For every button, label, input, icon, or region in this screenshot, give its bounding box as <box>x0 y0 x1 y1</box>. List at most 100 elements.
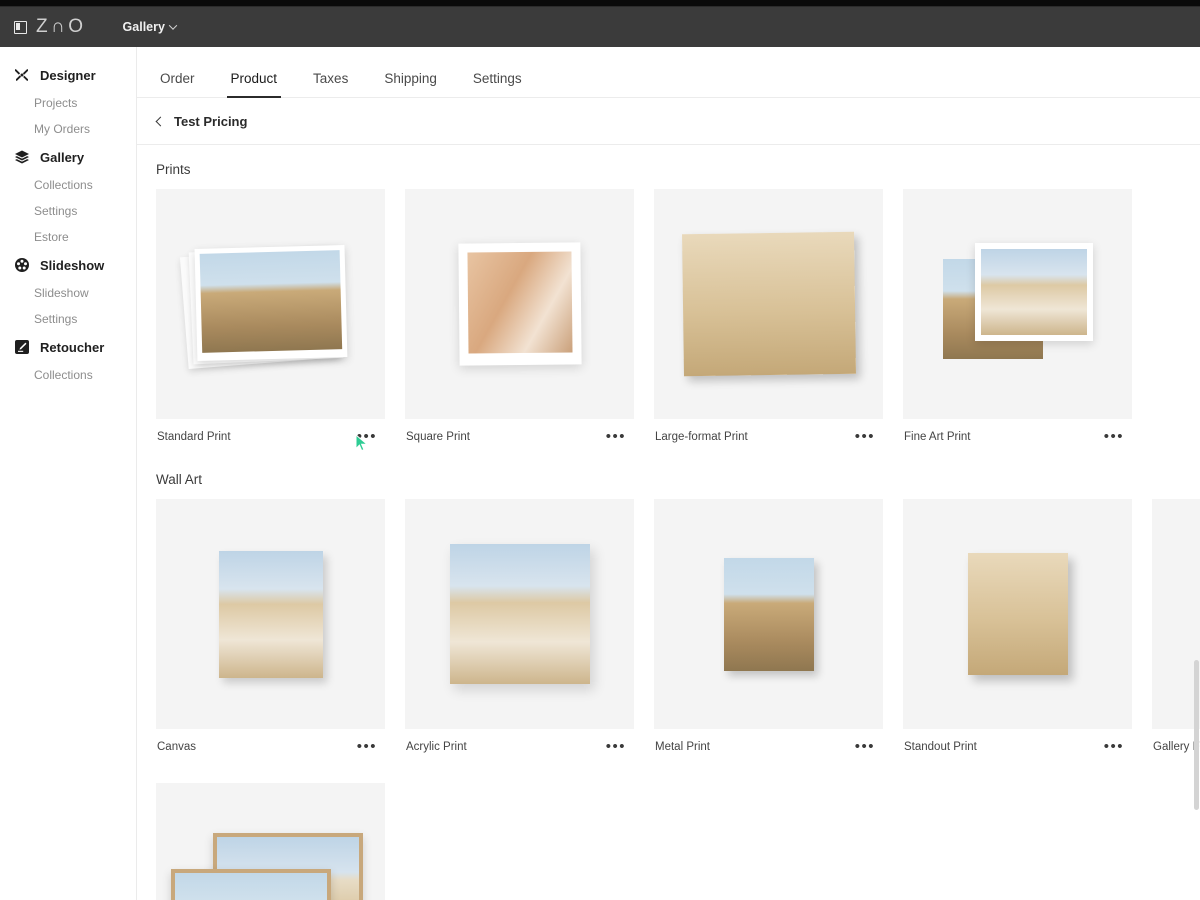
sidebar-item-label: Collections <box>34 178 93 192</box>
ellipsis-icon[interactable]: ••• <box>1102 429 1126 444</box>
sidebar-item-slideshow-settings[interactable]: Settings <box>0 306 136 332</box>
product-card[interactable]: Fine Art Print ••• <box>903 189 1132 455</box>
sidebar-item-label: Settings <box>34 204 78 218</box>
section-title-prints: Prints <box>156 162 191 177</box>
sidebar-group-label: Retoucher <box>40 339 105 355</box>
product-name: Square Print <box>406 431 470 443</box>
tab-taxes[interactable]: Taxes <box>309 71 352 97</box>
fine-art-print-mockup <box>942 243 1093 365</box>
tab-order[interactable]: Order <box>156 71 199 97</box>
sidebar-item-my-orders[interactable]: My Orders <box>0 116 136 142</box>
sidebar-group-slideshow[interactable]: Slideshow <box>0 250 136 280</box>
product-card[interactable]: Gallery F ••• <box>1152 499 1200 765</box>
zno-square-logo-icon <box>14 20 27 34</box>
product-grid-wall-art: Canvas ••• Acrylic Print ••• Metal Print… <box>156 499 1200 765</box>
product-card[interactable]: Standout Print ••• <box>903 499 1132 765</box>
square-pencil-icon <box>15 340 29 354</box>
sidebar: Designer Projects My Orders Gallery Coll… <box>0 47 137 900</box>
product-thumbnail[interactable] <box>1152 499 1200 729</box>
product-name: Large-format Print <box>655 431 748 443</box>
back-nav-label[interactable]: Test Pricing <box>174 114 247 129</box>
sidebar-item-collections[interactable]: Collections <box>0 172 136 198</box>
sidebar-group-retoucher[interactable]: Retoucher <box>0 332 136 362</box>
square-print-mockup <box>457 242 582 366</box>
product-card[interactable]: Acrylic Print ••• <box>405 499 634 765</box>
standout-print-mockup <box>967 553 1068 675</box>
sidebar-item-slideshow[interactable]: Slideshow <box>0 280 136 306</box>
product-thumbnail[interactable] <box>156 499 385 729</box>
product-thumbnail[interactable] <box>405 189 634 419</box>
acrylic-print-mockup <box>449 544 590 684</box>
product-thumbnail[interactable] <box>903 189 1132 419</box>
tab-bar: Order Product Taxes Shipping Settings <box>137 47 1200 98</box>
product-card[interactable] <box>156 783 385 900</box>
vertical-scrollbar[interactable] <box>1194 660 1199 810</box>
product-card[interactable]: Standard Print ••• <box>156 189 385 455</box>
product-card-footer: Square Print ••• <box>405 419 634 455</box>
sidebar-group-label: Gallery <box>40 149 85 165</box>
product-name: Gallery F <box>1153 741 1200 753</box>
film-reel-icon <box>15 258 29 272</box>
sidebar-group-label: Designer <box>40 67 96 83</box>
product-thumbnail[interactable] <box>903 499 1132 729</box>
product-card-footer: Gallery F ••• <box>1152 729 1200 765</box>
product-thumbnail[interactable] <box>156 783 385 900</box>
product-card-footer: Standout Print ••• <box>903 729 1132 765</box>
sidebar-item-retoucher-collections[interactable]: Collections <box>0 362 136 388</box>
product-name: Acrylic Print <box>406 741 467 753</box>
section-title-wall-art: Wall Art <box>156 472 203 487</box>
metal-print-mockup <box>723 557 814 671</box>
app-header: Z∩O Gallery <box>0 6 1200 47</box>
product-card[interactable]: Canvas ••• <box>156 499 385 765</box>
sidebar-item-label: Projects <box>34 96 78 110</box>
sidebar-group-designer[interactable]: Designer <box>0 60 136 90</box>
brand-name: Z∩O <box>36 16 87 37</box>
large-format-print-mockup <box>681 231 856 377</box>
sidebar-item-projects[interactable]: Projects <box>0 90 136 116</box>
product-card-footer: Acrylic Print ••• <box>405 729 634 765</box>
product-grid-next-row <box>156 783 1200 900</box>
product-thumbnail[interactable] <box>654 189 883 419</box>
product-scroll-pane[interactable]: Prints Standard Print ••• Square Print •… <box>137 145 1200 900</box>
ellipsis-icon[interactable]: ••• <box>1102 739 1126 754</box>
app-switcher[interactable]: Gallery <box>122 20 178 34</box>
standard-print-mockup <box>179 244 347 369</box>
crossed-tools-icon <box>15 69 28 81</box>
app-switcher-label: Gallery <box>122 20 165 34</box>
product-name: Metal Print <box>655 741 710 753</box>
product-card-footer: Standard Print ••• <box>156 419 385 455</box>
sidebar-item-estore[interactable]: Estore <box>0 224 136 250</box>
brand-logo[interactable]: Z∩O <box>14 16 87 38</box>
layers-stack-icon <box>15 150 29 164</box>
ellipsis-icon[interactable]: ••• <box>355 739 379 754</box>
product-card-footer: Metal Print ••• <box>654 729 883 765</box>
breadcrumb: Test Pricing <box>137 98 1200 145</box>
sidebar-item-label: Estore <box>34 230 69 244</box>
tab-settings[interactable]: Settings <box>469 71 526 97</box>
product-thumbnail[interactable] <box>405 499 634 729</box>
ellipsis-icon[interactable]: ••• <box>604 429 628 444</box>
ellipsis-icon[interactable]: ••• <box>853 739 877 754</box>
product-card-footer: Fine Art Print ••• <box>903 419 1132 455</box>
chevron-down-icon <box>168 21 178 30</box>
ellipsis-icon[interactable]: ••• <box>604 739 628 754</box>
sidebar-item-gallery-settings[interactable]: Settings <box>0 198 136 224</box>
product-card-footer: Large-format Print ••• <box>654 419 883 455</box>
sidebar-group-gallery[interactable]: Gallery <box>0 142 136 172</box>
product-card[interactable]: Large-format Print ••• <box>654 189 883 455</box>
product-card-footer: Canvas ••• <box>156 729 385 765</box>
product-thumbnail[interactable] <box>156 189 385 419</box>
framed-print-mockup <box>170 833 371 900</box>
chevron-left-icon[interactable] <box>155 116 166 126</box>
product-name: Canvas <box>157 741 196 753</box>
product-name: Standard Print <box>157 431 231 443</box>
ellipsis-icon[interactable]: ••• <box>853 429 877 444</box>
product-name: Standout Print <box>904 741 977 753</box>
product-thumbnail[interactable] <box>654 499 883 729</box>
product-card[interactable]: Square Print ••• <box>405 189 634 455</box>
ellipsis-icon[interactable]: ••• <box>355 429 379 444</box>
product-card[interactable]: Metal Print ••• <box>654 499 883 765</box>
tab-product[interactable]: Product <box>226 71 282 98</box>
tab-shipping[interactable]: Shipping <box>380 71 441 97</box>
main-content: Order Product Taxes Shipping Settings Te… <box>137 47 1200 900</box>
